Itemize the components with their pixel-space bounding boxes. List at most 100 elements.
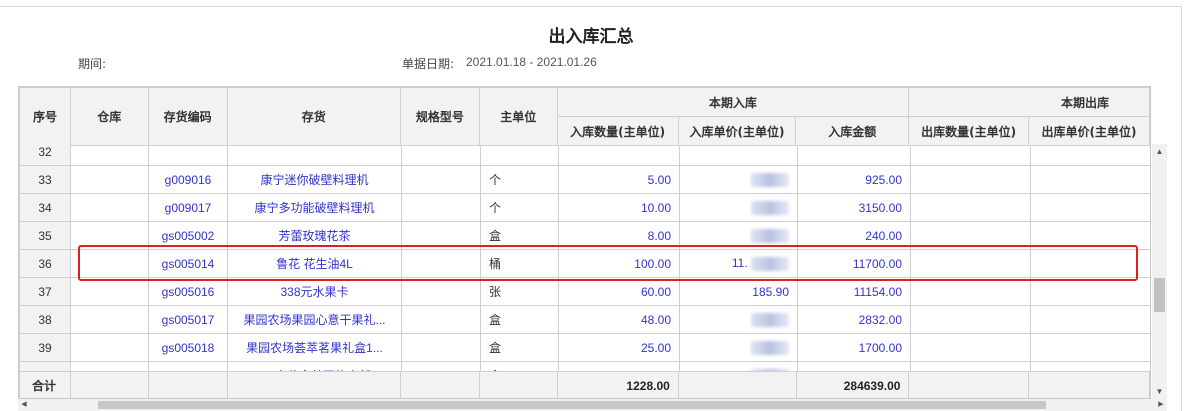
col-unit[interactable]: 主单位 [478, 87, 558, 146]
col-out-price[interactable]: 出库单价(主单位) [1028, 116, 1150, 146]
row-in-amount: 2832.00 [797, 305, 911, 334]
report-grid[interactable]: 序号 仓库 存货编码 存货 规格型号 主单位 本期入库 本期出库 入库数量(主单… [18, 86, 1151, 399]
row-item-code-link[interactable]: g009017 [148, 193, 228, 222]
row-in-qty: 100.00 [558, 249, 680, 278]
col-in-qty[interactable]: 入库数量(主单位) [556, 116, 679, 146]
row-out-price [1030, 305, 1150, 334]
table-header: 序号 仓库 存货编码 存货 规格型号 主单位 本期入库 本期出库 入库数量(主单… [19, 87, 1150, 146]
row-item-name-link[interactable]: 果园农场果园心意干果礼... [227, 305, 402, 334]
redacted-value [751, 228, 789, 243]
row-in-price: 11. [679, 249, 798, 278]
table-row[interactable]: 37 gs005016 338元水果卡 张 60.00 185.90 11154.00 [19, 277, 1150, 306]
row-item-code-link[interactable]: gs005017 [148, 305, 228, 334]
row-warehouse [70, 145, 149, 166]
row-out-qty [910, 361, 1031, 371]
redacted-value [751, 172, 789, 187]
col-warehouse[interactable]: 仓库 [69, 87, 149, 146]
row-item-name-link[interactable]: 鲁花 花生油4L [227, 249, 402, 278]
row-in-amount: 11700.00 [797, 249, 911, 278]
col-spec[interactable]: 规格型号 [399, 87, 480, 146]
table-row[interactable]: 35 gs005002 芳蕾玫瑰花茶 盒 8.00 240.00 [19, 221, 1150, 250]
table-body: 32 33 g009016 康宁迷你破壁料理机个 5.00 925.00 34 g009017… [19, 145, 1150, 371]
row-warehouse [70, 361, 149, 371]
row-item-code-link[interactable]: gs005018 [148, 333, 228, 362]
table-row[interactable]: 38 gs005017 果园农场果园心意干果礼... 盒 48.00 2832.00 [19, 305, 1150, 334]
row-in-qty: 80.00 [558, 361, 680, 371]
row-item-code-link[interactable] [148, 145, 228, 166]
scroll-right-arrow-icon[interactable]: ▶ [1155, 399, 1167, 411]
row-in-qty: 48.00 [558, 305, 680, 334]
vertical-scrollbar[interactable]: ▲ ▼ [1152, 144, 1167, 399]
row-out-qty [910, 193, 1031, 222]
table-row[interactable]: 32 [19, 145, 1150, 166]
col-code[interactable]: 存货编码 [147, 87, 228, 146]
row-unit: 盒 [480, 221, 559, 250]
row-out-price [1030, 361, 1150, 371]
row-out-price [1030, 145, 1150, 166]
total-in-amount: 284639.00 [795, 371, 910, 398]
row-seq: 32 [19, 145, 71, 166]
row-item-name-link[interactable] [227, 145, 402, 166]
row-seq: 35 [19, 221, 71, 250]
table-body-viewport[interactable]: 32 33 g009016 康宁迷你破壁料理机个 5.00 925.00 34 g009017… [19, 145, 1150, 371]
table-row[interactable]: 36 gs005014 鲁花 花生油4L 桶 100.00 11. 11700.00 [19, 249, 1150, 278]
col-in-price[interactable]: 入库单价(主单位) [677, 116, 797, 146]
row-item-code-link[interactable]: g009016 [148, 165, 228, 194]
row-unit: 桶 [480, 249, 559, 278]
row-in-qty: 60.00 [558, 277, 680, 306]
table-row[interactable]: 39 gs005018 果园农场荟萃茗果礼盒1... 盒 25.00 1700.00 [19, 333, 1150, 362]
date-label: 单据日期: [402, 57, 455, 71]
row-out-price [1030, 333, 1150, 362]
row-out-qty [910, 333, 1031, 362]
vertical-scroll-thumb[interactable] [1154, 278, 1165, 312]
scroll-up-arrow-icon[interactable]: ▲ [1152, 144, 1167, 159]
row-item-code-link[interactable]: gs005014 [148, 249, 228, 278]
redacted-value [751, 312, 789, 327]
row-warehouse [70, 277, 149, 306]
row-warehouse [70, 165, 149, 194]
horizontal-scrollbar[interactable]: ◀ ▶ [18, 399, 1167, 411]
row-warehouse [70, 193, 149, 222]
row-item-name-link[interactable]: 338元水果卡 [227, 277, 402, 306]
row-item-name-link[interactable]: 康宁多功能破壁料理机 [227, 193, 402, 222]
row-item-code-link[interactable]: gs005016 [148, 277, 228, 306]
row-spec [401, 277, 481, 306]
right-border [1181, 6, 1182, 411]
row-in-qty: 5.00 [558, 165, 680, 194]
row-item-name-link[interactable]: 康宁迷你破壁料理机 [227, 165, 402, 194]
row-unit: 个 [480, 165, 559, 194]
row-item-code-link[interactable]: gs005002 [148, 221, 228, 250]
redacted-value [751, 200, 789, 215]
col-in-amount[interactable]: 入库金额 [795, 116, 910, 146]
scroll-left-arrow-icon[interactable]: ◀ [18, 399, 30, 411]
scroll-down-arrow-icon[interactable]: ▼ [1152, 384, 1167, 399]
row-spec [401, 333, 481, 362]
row-item-name-link[interactable]: 芳蕾玫瑰花茶 [227, 221, 402, 250]
row-item-name-link[interactable]: 果园农场荟萃茗果礼盒1... [227, 333, 402, 362]
row-seq: 39 [19, 333, 71, 362]
row-in-price [679, 305, 798, 334]
col-out-qty[interactable]: 出库数量(主单位) [908, 116, 1030, 146]
row-in-amount: 3150.00 [797, 193, 911, 222]
table-row[interactable]: 40 gs0050192020众谷金丝玉礼高部... 盒80.00 2712.00 [19, 361, 1150, 371]
row-warehouse [70, 305, 149, 334]
redacted-value [751, 256, 789, 271]
row-unit: 张 [480, 277, 559, 306]
table-row[interactable]: 34 g009017 康宁多功能破壁料理机 个 10.00 3150.00 [19, 193, 1150, 222]
row-warehouse [70, 249, 149, 278]
col-seq[interactable]: 序号 [19, 87, 71, 146]
col-item[interactable]: 存货 [226, 87, 401, 146]
row-in-amount: 1700.00 [797, 333, 911, 362]
row-unit: 个 [480, 193, 559, 222]
row-in-price [679, 145, 798, 166]
row-seq: 33 [19, 165, 71, 194]
horizontal-scroll-thumb[interactable] [98, 401, 1046, 409]
row-item-name-link[interactable]: 2020众谷金丝玉礼高部... [227, 361, 402, 371]
row-seq: 40 [19, 361, 71, 371]
row-in-amount [797, 145, 911, 166]
row-out-price [1030, 193, 1150, 222]
row-out-qty [910, 249, 1031, 278]
table-row[interactable]: 33 g009016 康宁迷你破壁料理机 个 5.00 925.00 [19, 165, 1150, 194]
row-in-price [679, 361, 798, 371]
row-item-code-link[interactable]: gs005019 [148, 361, 228, 371]
